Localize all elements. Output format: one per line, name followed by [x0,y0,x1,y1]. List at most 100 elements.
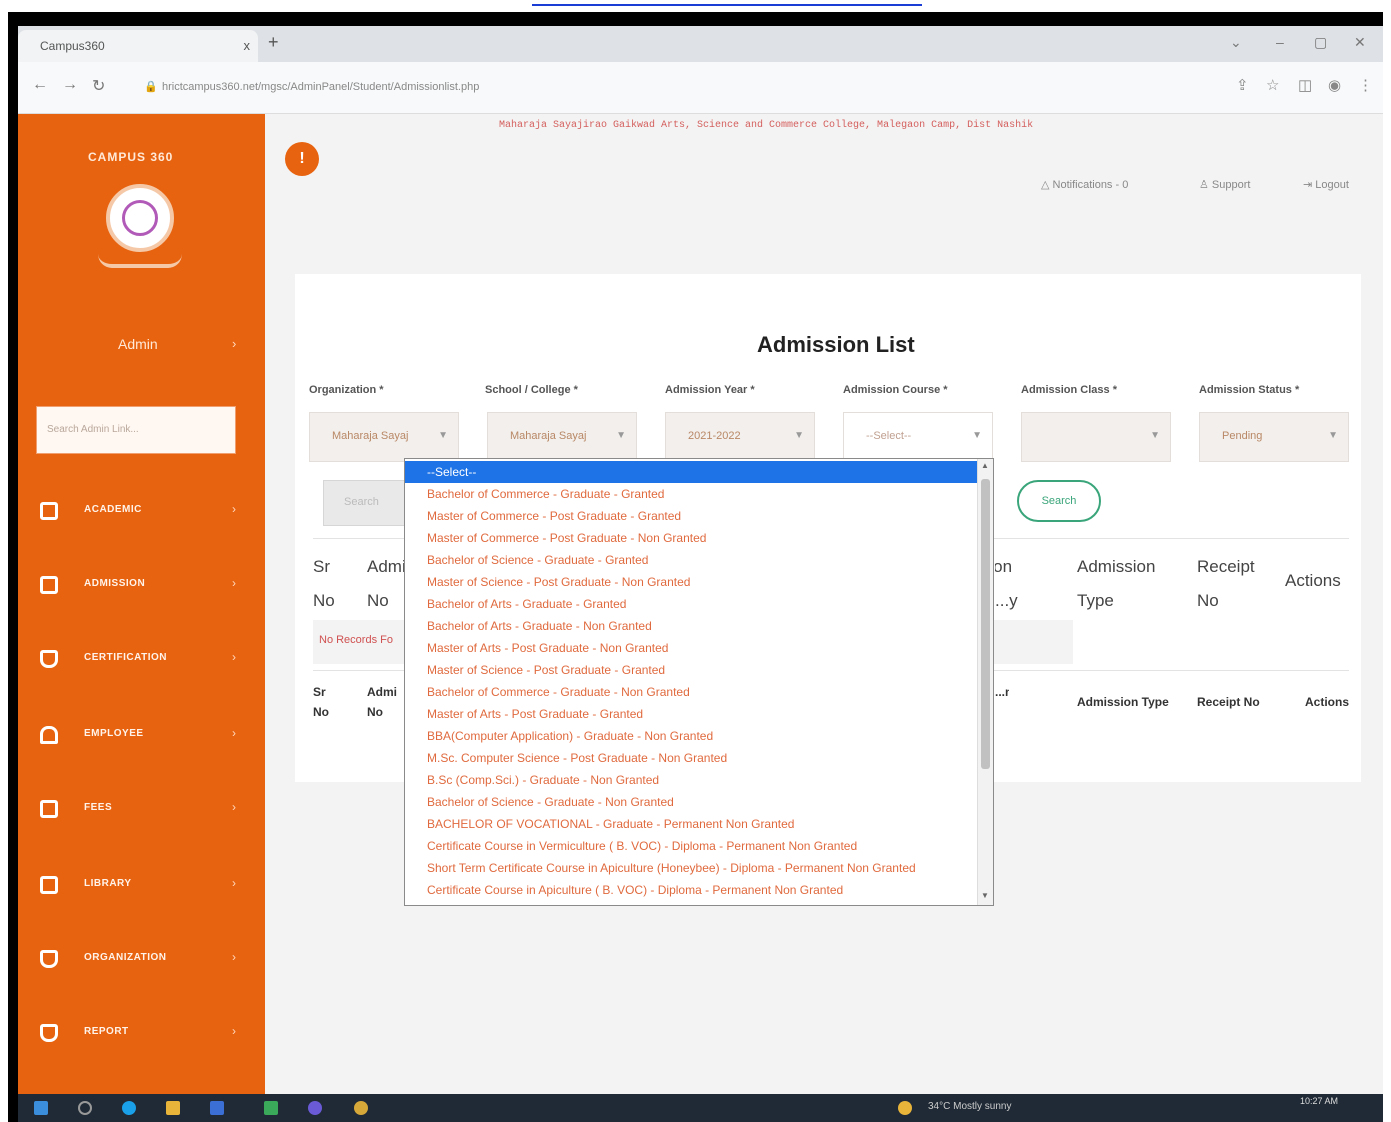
dropdown-option[interactable]: BACHELOR OF VOCATIONAL - Graduate - Perm… [405,813,977,835]
forward-icon[interactable]: → [62,76,78,94]
school-select[interactable]: Maharaja Sayaj ▼ [487,412,637,462]
dropdown-option[interactable]: Bachelor of Commerce - Graduate - Grante… [405,483,977,505]
logout-link[interactable]: ⇥ Logout [1303,178,1349,191]
filter-label-organization: Organization * [309,384,384,396]
sidebar-item-library[interactable]: LIBRARY › [18,866,265,906]
chevron-down-icon: ▼ [794,430,804,441]
notifications-link[interactable]: △ Notifications - 0 [1041,178,1128,191]
logo-ribbon [98,254,182,268]
url-field[interactable]: 🔒 hrictcampus360.net/mgsc/AdminPanel/Stu… [138,76,1228,100]
calendar-icon [40,800,58,818]
sidebar: CAMPUS 360 Admin › Search Admin Link... … [18,114,265,1094]
support-link[interactable]: ♙ Support [1199,178,1250,191]
status-value: Pending [1222,430,1263,442]
sidebar-item-label: LIBRARY [84,878,132,889]
back-icon[interactable]: ← [32,76,48,94]
edge-icon[interactable] [122,1101,136,1115]
search-button[interactable]: Search [1017,480,1101,522]
course-select[interactable]: --Select-- ▼ [843,412,993,462]
chevron-right-icon: › [232,950,236,964]
sidebar-item-employee[interactable]: EMPLOYEE › [18,716,265,756]
tab-search-icon[interactable]: ⌄ [1230,34,1242,51]
status-select[interactable]: Pending ▼ [1199,412,1349,462]
dropdown-option[interactable]: Master of Arts - Post Graduate - Non Gra… [405,637,977,659]
dropdown-option[interactable]: Bachelor of Science - Graduate - Granted [405,549,977,571]
home-icon [40,726,58,744]
dropdown-option[interactable]: B.Sc (Comp.Sci.) - Graduate - Non Grante… [405,769,977,791]
dropdown-option[interactable]: Master of Arts - Post Graduate - Granted [405,703,977,725]
dropdown-option[interactable]: Certificate Course in Vermiculture ( B. … [405,835,977,857]
scroll-up-icon[interactable]: ▲ [981,461,989,470]
profile-icon[interactable]: ◉ [1328,76,1341,94]
reset-button[interactable]: Search [323,480,407,526]
share-icon[interactable]: ⇪ [1236,76,1249,94]
sidebar-item-certification[interactable]: CERTIFICATION › [18,640,265,680]
sidebar-item-label: ACADEMIC [84,504,142,515]
chevron-right-icon[interactable]: › [232,336,236,351]
dropdown-option[interactable]: Master of Science - Post Graduate - Non … [405,571,977,593]
sidebar-search-input[interactable]: Search Admin Link... [36,406,236,454]
scroll-down-icon[interactable]: ▼ [981,891,989,900]
user-menu-label[interactable]: Admin [118,336,158,352]
chevron-right-icon: › [232,650,236,664]
dropdown-option[interactable]: Bachelor of Arts - Graduate - Granted [405,593,977,615]
dropdown-option[interactable]: M.Sc. Computer Science - Post Graduate -… [405,747,977,769]
screenshot-frame: Campus360 x + ⌄ – ▢ ✕ ← → ↻ 🔒 hrictcampu… [0,0,1391,1122]
browser-tab[interactable]: Campus360 x [18,30,258,62]
tab-close-icon[interactable]: x [244,38,251,53]
sidebar-item-fees[interactable]: FEES › [18,790,265,830]
sidebar-item-admission[interactable]: ADMISSION › [18,566,265,606]
chevron-down-icon: ▼ [438,430,448,441]
more-menu-icon[interactable]: ⋮ [1358,76,1373,94]
new-tab-icon[interactable]: + [268,32,279,53]
dropdown-option-selected[interactable]: --Select-- [405,461,977,483]
tf-sr-no: Sr No [313,685,329,719]
college-name: Maharaja Sayajirao Gaikwad Arts, Science… [499,120,1034,131]
dropdown-option[interactable]: Short Term Certificate Course in Apicult… [405,857,977,879]
organization-select[interactable]: Maharaja Sayaj ▼ [309,412,459,462]
clock[interactable]: 10:27 AM [1300,1096,1338,1106]
filter-label-year: Admission Year * [665,384,755,396]
sidebar-item-report[interactable]: REPORT › [18,1014,265,1054]
folder-icon[interactable] [166,1101,180,1115]
chrome-icon[interactable] [354,1101,368,1115]
bell-icon: △ [1041,179,1053,191]
sidebar-item-organization[interactable]: ORGANIZATION › [18,940,265,980]
chevron-right-icon: › [232,726,236,740]
course-value: --Select-- [866,430,912,442]
app-icon[interactable] [308,1101,322,1115]
dropdown-option[interactable]: Master of Science - Post Graduate - Gran… [405,659,977,681]
notifications-label: Notifications - 0 [1052,179,1129,191]
tf-receipt-no: Receipt No [1197,695,1260,709]
dropdown-option[interactable]: Master of Commerce - Post Graduate - Gra… [405,505,977,527]
minimize-icon[interactable]: – [1276,34,1284,50]
search-icon[interactable] [78,1101,92,1115]
course-dropdown-list[interactable]: --Select-- Bachelor of Commerce - Gradua… [404,458,994,906]
app-icon[interactable] [264,1101,278,1115]
organization-value: Maharaja Sayaj [332,430,409,442]
sidebar-item-label: EMPLOYEE [84,728,144,739]
tf-admission-type: Admission Type [1077,695,1169,709]
reload-icon[interactable]: ↻ [92,76,105,96]
scrollbar-thumb[interactable] [981,479,990,769]
dropdown-option[interactable]: BBA(Computer Application) - Graduate - N… [405,725,977,747]
calendar-icon [40,502,58,520]
store-icon[interactable] [210,1101,224,1115]
class-select[interactable]: ▼ [1021,412,1171,462]
sidebar-item-label: ADMISSION [84,578,146,589]
dropdown-option[interactable]: Bachelor of Commerce - Graduate - Non Gr… [405,681,977,703]
year-select[interactable]: 2021-2022 ▼ [665,412,815,462]
dropdown-option[interactable]: Bachelor of Science - Graduate - Non Gra… [405,791,977,813]
dropdown-scrollbar[interactable]: ▲ ▼ [977,459,993,905]
dropdown-option[interactable]: Certificate Course in Apiculture ( B. VO… [405,879,977,901]
dropdown-option[interactable]: Master of Commerce - Post Graduate - Non… [405,527,977,549]
maximize-icon[interactable]: ▢ [1314,34,1327,51]
dropdown-option[interactable]: Bachelor of Arts - Graduate - Non Grante… [405,615,977,637]
browser-tab-bar: Campus360 x + ⌄ – ▢ ✕ [18,26,1383,62]
close-window-icon[interactable]: ✕ [1354,34,1366,51]
sidebar-item-academic[interactable]: ACADEMIC › [18,492,265,532]
info-icon[interactable]: ! [285,142,319,176]
sidebar-panel-icon[interactable]: ◫ [1298,76,1312,94]
windows-start-icon[interactable] [34,1101,48,1115]
bookmark-star-icon[interactable]: ☆ [1266,76,1279,94]
